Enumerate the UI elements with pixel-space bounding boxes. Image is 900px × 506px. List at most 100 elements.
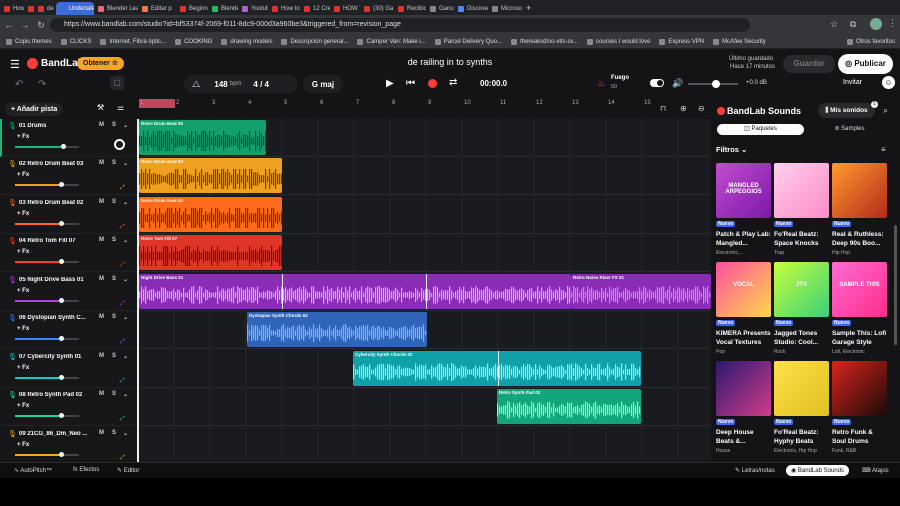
automation-icon[interactable]: ⤢ (120, 378, 125, 385)
chevron-down-icon[interactable]: ⌄ (123, 237, 128, 244)
bandlab-sounds-button[interactable]: ◉ BandLab Sounds (786, 465, 849, 476)
pack-cover-image[interactable]: MANGLED ARPEGGIOS (716, 163, 771, 218)
automation-icon[interactable]: ⤢ (120, 301, 125, 308)
effects-button[interactable]: fx Efectos (73, 467, 99, 473)
record-icon[interactable] (428, 79, 437, 88)
add-track-button[interactable]: + Añadir pista (5, 103, 64, 116)
bookmark-item[interactable]: Copic themes (6, 38, 52, 45)
invite-button[interactable]: Invitar (843, 79, 862, 86)
pack-title[interactable]: Retro Funk & Soul Drums (832, 428, 888, 446)
timeline-area[interactable]: Retro Drum Beat 05 Retro Drum Beat 03 Retr… (137, 119, 711, 462)
track-name[interactable]: 02 Retro Drum Beat 03 (19, 161, 89, 167)
pack-cover-image[interactable]: VOCAL (716, 262, 771, 317)
browser-tab[interactable]: de (34, 2, 56, 15)
sound-pack-card[interactable]: Nuevo Fo'Real Beatz: Space Knocks Trap (774, 163, 829, 256)
mixer-icon[interactable]: ⚌ (117, 103, 124, 112)
audio-clip[interactable]: Retro Drum Beat 03 (139, 158, 282, 193)
chevron-down-icon[interactable]: ⌄ (123, 391, 128, 398)
automation-icon[interactable]: ⤢ (120, 262, 125, 269)
snap-icon[interactable]: ⊓ (660, 104, 666, 113)
loop-region[interactable] (139, 99, 175, 108)
browser-tab[interactable]: How To (0, 2, 24, 15)
mute-button[interactable]: M (99, 122, 104, 128)
pan-knob[interactable] (114, 139, 125, 150)
browser-tab[interactable]: HOW T (330, 2, 360, 15)
other-bookmarks[interactable]: Otros favoritos (847, 39, 895, 45)
save-button[interactable]: Guardar (783, 55, 835, 73)
back-icon[interactable]: ← (2, 18, 16, 32)
browser-tab[interactable]: Ganu (426, 2, 454, 15)
volume-icon[interactable]: 🔊 (672, 78, 683, 89)
chevron-down-icon[interactable]: ⌄ (123, 122, 128, 129)
pack-title[interactable]: Sample This: Lofi Garage Style (832, 329, 888, 347)
browser-tab[interactable]: Undertale DS (56, 2, 94, 15)
browser-tab[interactable] (24, 2, 34, 15)
bookmark-item[interactable]: drawing models (221, 38, 272, 45)
track-volume-slider[interactable] (15, 452, 79, 457)
solo-button[interactable]: S (112, 199, 116, 205)
reload-icon[interactable]: ↻ (34, 18, 48, 32)
solo-button[interactable]: S (112, 391, 116, 397)
track-lane[interactable] (137, 427, 711, 462)
mute-button[interactable]: M (99, 430, 104, 436)
track-name[interactable]: 09 21CG_86_Dm_Neo ... (19, 431, 89, 437)
filters-button[interactable]: Filtros ⌄ (716, 145, 747, 154)
track-name[interactable]: 08 Retro Synth Pad 02 (19, 392, 89, 398)
sounds-scrollbar[interactable] (894, 225, 897, 345)
track-header[interactable]: 🎙 03 Retro Drum Beat 02 M S ⌄ + Fx ⤢ (0, 196, 137, 234)
star-icon[interactable]: ☆ (830, 19, 838, 30)
pack-title[interactable]: Fo'Real Beatz: Hyphy Beats (774, 428, 830, 446)
autopitch-button[interactable]: ∿ AutoPitch™ (14, 467, 52, 474)
browser-tab[interactable]: Microso (488, 2, 522, 15)
timeline-ruler[interactable]: 1 2 3 4 5 6 7 8 9 10 11 12 13 14 15 (137, 99, 659, 109)
browser-tab[interactable]: Discove (454, 2, 488, 15)
fx-button[interactable]: + Fx (17, 172, 29, 178)
mute-button[interactable]: M (99, 353, 104, 359)
publish-button[interactable]: ◎ Publicar (838, 54, 893, 74)
mute-button[interactable]: M (99, 237, 104, 243)
zoom-in-icon[interactable]: ⊕ (680, 104, 687, 113)
audio-clip[interactable]: Retro Synth Pad 02 (497, 389, 641, 424)
track-volume-slider[interactable] (15, 144, 79, 149)
redo-icon[interactable]: ↷ (38, 79, 46, 90)
bookmark-item[interactable]: COOKING (175, 38, 212, 45)
browser-tab[interactable]: Blender (208, 2, 238, 15)
track-volume-slider[interactable] (15, 375, 79, 380)
browser-tab[interactable]: 12 Crea (300, 2, 330, 15)
magic-wand-icon[interactable]: ⚒ (97, 103, 104, 112)
sound-pack-card[interactable]: Nuevo Deep House Beats &... House (716, 361, 771, 454)
tab-packs[interactable]: ◫ Paquetes (717, 124, 804, 135)
my-sounds-button[interactable]: ⫼ Mis sonidos (818, 103, 875, 118)
pack-title[interactable]: Fo'Real Beatz: Space Knocks (774, 230, 830, 248)
bookmark-item[interactable]: Internet, Fibra óptic... (100, 38, 166, 45)
mute-button[interactable]: M (99, 160, 104, 166)
pack-cover-image[interactable] (716, 361, 771, 416)
pack-cover-image[interactable] (832, 163, 887, 218)
audio-clip[interactable]: Dystopian Synth Chords 02 (247, 312, 427, 347)
fx-button[interactable]: + Fx (17, 211, 29, 217)
audio-clip[interactable]: Retro Drum Beat 02 (139, 197, 282, 232)
track-header[interactable]: 🎙 07 Cybercity Synth 01 M S ⌄ + Fx ⤢ (0, 350, 137, 388)
shortcuts-button[interactable]: ⌨ Atajos (862, 467, 889, 474)
track-name[interactable]: 04 Retro Tom Fill 07 (19, 238, 89, 244)
mute-button[interactable]: M (99, 391, 104, 397)
track-volume-slider[interactable] (15, 259, 79, 264)
track-volume-slider[interactable] (15, 336, 79, 341)
solo-button[interactable]: S (112, 160, 116, 166)
automation-icon[interactable]: ⤢ (120, 455, 125, 462)
chevron-down-icon[interactable]: ⌄ (123, 199, 128, 206)
automation-icon[interactable]: ⤢ (120, 339, 125, 346)
automation-icon[interactable]: ⤢ (120, 185, 125, 192)
sound-pack-card[interactable]: JTS Nuevo Jagged Tones Studio: Cool... Rock (774, 262, 829, 355)
key-selector[interactable]: G maj (303, 75, 343, 93)
mute-button[interactable]: M (99, 276, 104, 282)
sound-pack-card[interactable]: Nuevo Retro Funk & Soul Drums Funk, R&B (832, 361, 887, 454)
fx-button[interactable]: + Fx (17, 403, 29, 409)
chevron-down-icon[interactable]: ⌄ (123, 160, 128, 167)
bookmark-item[interactable]: Express VPN (659, 38, 704, 45)
chevron-down-icon[interactable]: ⌄ (123, 430, 128, 437)
bookmark-item[interactable]: thereaksd/so-vits-sv... (511, 38, 578, 45)
bookmark-item[interactable]: Parcel Delivery Quo... (434, 38, 502, 45)
master-volume-slider[interactable] (688, 80, 738, 88)
track-header[interactable]: 🎙 08 Retro Synth Pad 02 M S ⌄ + Fx ⤢ (0, 388, 137, 426)
